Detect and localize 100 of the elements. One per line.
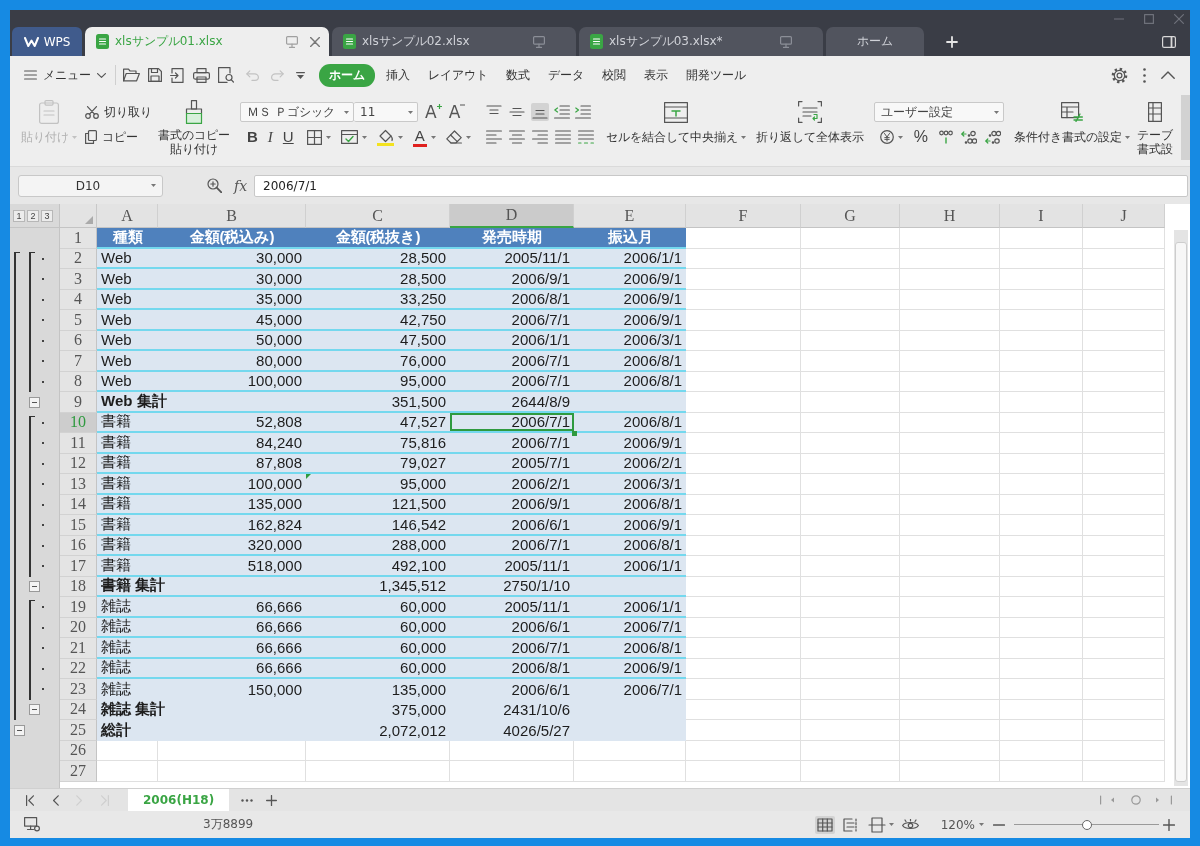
row-header[interactable]: 16 [60,535,97,556]
previous-sheet-icon[interactable] [51,794,59,806]
eraser-icon[interactable] [445,130,462,144]
folder-icon[interactable] [123,68,140,82]
row-header[interactable]: 22 [60,658,97,679]
conditional-format-button[interactable]: 条件付き書式の設定 [1013,99,1130,149]
print-preview-icon[interactable] [218,67,234,83]
outline-toggle-button[interactable] [29,396,40,408]
paint-bucket-icon[interactable] [376,128,394,146]
outline-toggle-button[interactable] [29,581,40,593]
formula-input[interactable]: 2006/7/1 [254,174,1188,197]
copy-button[interactable]: コピー [85,125,152,149]
outline-level-button[interactable]: 1 [13,209,25,222]
row-header[interactable]: 21 [60,638,97,659]
app-tab[interactable]: WPS [12,27,82,56]
percent-button[interactable]: % [910,127,931,147]
row-header[interactable]: 7 [60,351,97,372]
decrease-decimal-icon[interactable] [984,130,1001,144]
font-name-dropdown[interactable]: ＭＳ Ｐゴシック [240,102,354,122]
page-layout-icon[interactable] [866,815,887,834]
normal-view-icon[interactable] [814,815,835,834]
ribbon-tab[interactable]: 校閲 [595,63,633,87]
chevron-up-icon[interactable] [1161,71,1175,79]
more-icon[interactable] [241,798,254,802]
row-header[interactable]: 19 [60,597,97,618]
row-header[interactable]: 27 [60,761,97,782]
number-format-dropdown[interactable]: ユーザー設定 [873,102,1004,122]
document-tab[interactable]: xlsサンプル02.xlsx [332,27,576,56]
first-sheet-icon[interactable] [26,794,34,806]
font-size-dropdown[interactable]: 11 [354,102,418,122]
underline-button[interactable]: U [279,127,297,147]
caret-icon[interactable] [325,135,331,139]
name-box[interactable]: D10 [18,174,163,197]
ribbon-tab[interactable]: レイアウト [421,63,495,87]
scrollbar-thumb[interactable] [1175,242,1187,782]
column-header[interactable]: A [97,204,158,228]
column-header[interactable]: F [686,204,801,228]
column-header[interactable]: D [450,204,574,228]
plus-icon[interactable] [946,35,958,48]
zoom-dropdown[interactable]: 120% [940,817,984,832]
row-header[interactable]: 1 [60,228,97,249]
export-icon[interactable] [170,67,185,83]
row-header[interactable]: 18 [60,576,97,597]
row-header[interactable]: 2 [60,248,97,269]
row-header[interactable]: 5 [60,310,97,331]
printer-icon[interactable] [193,67,210,83]
borders-icon[interactable] [306,129,322,145]
row-header[interactable]: 8 [60,371,97,392]
column-header[interactable]: J [1083,204,1165,228]
bold-button[interactable]: B [244,127,261,147]
caret-icon[interactable] [397,135,403,139]
row-header[interactable]: 9 [60,392,97,413]
save-icon[interactable] [148,68,162,82]
grow-font-button[interactable]: A [425,102,442,122]
column-header[interactable]: E [574,204,686,228]
outline-level-button[interactable]: 3 [41,209,53,222]
caret-icon[interactable] [897,135,903,139]
format-painter-button[interactable]: 書式のコピー 貼り付け [158,99,230,156]
ribbon-tab[interactable]: 開発ツール [679,63,753,87]
table-check-icon[interactable] [340,130,358,144]
italic-button[interactable]: I [264,127,276,147]
monitor-icon[interactable] [533,35,545,48]
row-header[interactable]: 11 [60,433,97,454]
close-icon[interactable] [310,36,320,47]
column-header[interactable]: G [801,204,900,228]
outline-toggle-button[interactable] [14,724,25,736]
font-color-button[interactable]: A [412,127,427,147]
dropdown-icon[interactable] [296,71,305,79]
ribbon-tab[interactable]: 表示 [637,63,675,87]
align-bottom-icon[interactable] [530,103,549,121]
function-label[interactable]: fx [234,177,248,194]
row-header[interactable]: 3 [60,269,97,290]
row-header[interactable]: 13 [60,474,97,495]
caret-icon[interactable] [465,135,471,139]
ribbon-tab[interactable]: データ [541,63,591,87]
settings-icon[interactable] [1111,66,1128,84]
outline-toggle-button[interactable] [29,704,40,716]
column-header[interactable]: C [306,204,450,228]
zoom-in-icon[interactable] [1163,818,1175,831]
three-zeros-icon[interactable] [938,130,953,144]
zoom-out-icon[interactable] [993,823,1005,826]
column-header[interactable]: B [158,204,306,228]
column-header[interactable]: H [900,204,1000,228]
cut-button[interactable]: 切り取り [85,99,152,125]
row-header[interactable]: 4 [60,289,97,310]
vertical-scrollbar[interactable] [1174,230,1188,786]
shrink-font-button[interactable]: A [448,102,466,122]
row-header[interactable]: 23 [60,679,97,700]
merge-center-button[interactable]: セルを結合して中央揃え [605,99,746,149]
outline-level-button[interactable]: 2 [27,209,39,222]
document-tab[interactable]: xlsサンプル03.xlsx* [579,27,823,56]
ribbon-scrollbar[interactable] [1181,95,1190,160]
row-header[interactable]: 26 [60,740,97,761]
menu-button[interactable]: メニュー [24,64,106,86]
row-header[interactable]: 6 [60,330,97,351]
wrap-text-button[interactable]: 折り返して全体表示 [755,99,864,149]
ribbon-tab[interactable]: ホーム [319,63,375,87]
slider-thumb[interactable] [1081,819,1092,830]
sheet-tab[interactable]: 2006(H18) [128,789,230,811]
add-sheet-icon[interactable] [266,794,278,806]
